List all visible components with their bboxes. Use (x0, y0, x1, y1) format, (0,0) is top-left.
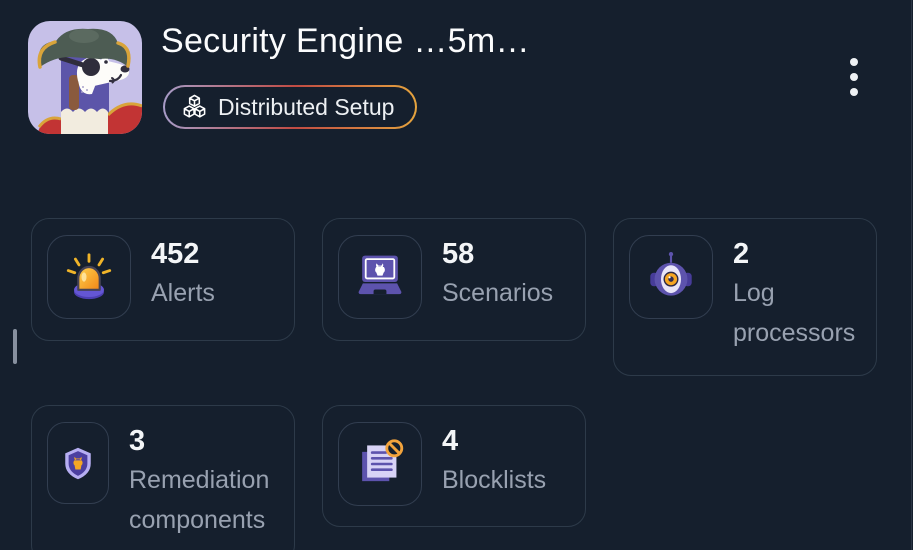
stat-label: Log processors (733, 279, 856, 347)
laptop-scenario-icon (358, 255, 402, 295)
alarm-siren-icon (66, 253, 112, 300)
distributed-setup-badge: Distributed Setup (163, 85, 418, 129)
stat-label: Blocklists (442, 466, 547, 494)
remediation-icon-box (47, 422, 109, 504)
stat-value: 58 (442, 238, 475, 270)
blocklist-document-icon (362, 439, 404, 482)
log-processors-icon-box (629, 235, 713, 319)
stat-card-alerts[interactable]: 452 Alerts (31, 218, 295, 341)
scenarios-icon-box (338, 235, 422, 319)
kebab-menu-icon (850, 58, 858, 66)
blocklists-icon-box (338, 422, 422, 506)
more-options-button[interactable] (842, 50, 866, 104)
stat-card-remediation-components[interactable]: 3 Remediation components (31, 405, 295, 550)
avatar (28, 21, 142, 134)
scrollbar-thumb[interactable] (13, 329, 17, 364)
shield-remediation-icon (65, 447, 91, 479)
stat-label: Scenarios (442, 279, 554, 307)
stat-value: 4 (442, 425, 459, 457)
stat-value: 3 (129, 425, 146, 457)
stat-card-blocklists[interactable]: 4 Blocklists (322, 405, 586, 527)
stat-card-scenarios[interactable]: 58 Scenarios (322, 218, 586, 341)
stat-value: 2 (733, 238, 750, 270)
alerts-icon-box (47, 235, 131, 319)
pirate-dog-mascot-icon (28, 21, 142, 134)
security-engine-overview-card: Security Engine …5m… Distributed Setup 4… (0, 0, 913, 550)
page-title: Security Engine …5m… (161, 22, 530, 60)
robot-eye-icon (650, 252, 692, 296)
stat-value: 452 (151, 238, 200, 270)
panel-right-border (911, 0, 912, 550)
cubes-icon (183, 94, 206, 118)
stat-label: Alerts (151, 279, 215, 307)
stat-label: Remediation components (129, 466, 270, 534)
stat-card-log-processors[interactable]: 2 Log processors (613, 218, 877, 376)
badge-label: Distributed Setup (218, 93, 395, 120)
